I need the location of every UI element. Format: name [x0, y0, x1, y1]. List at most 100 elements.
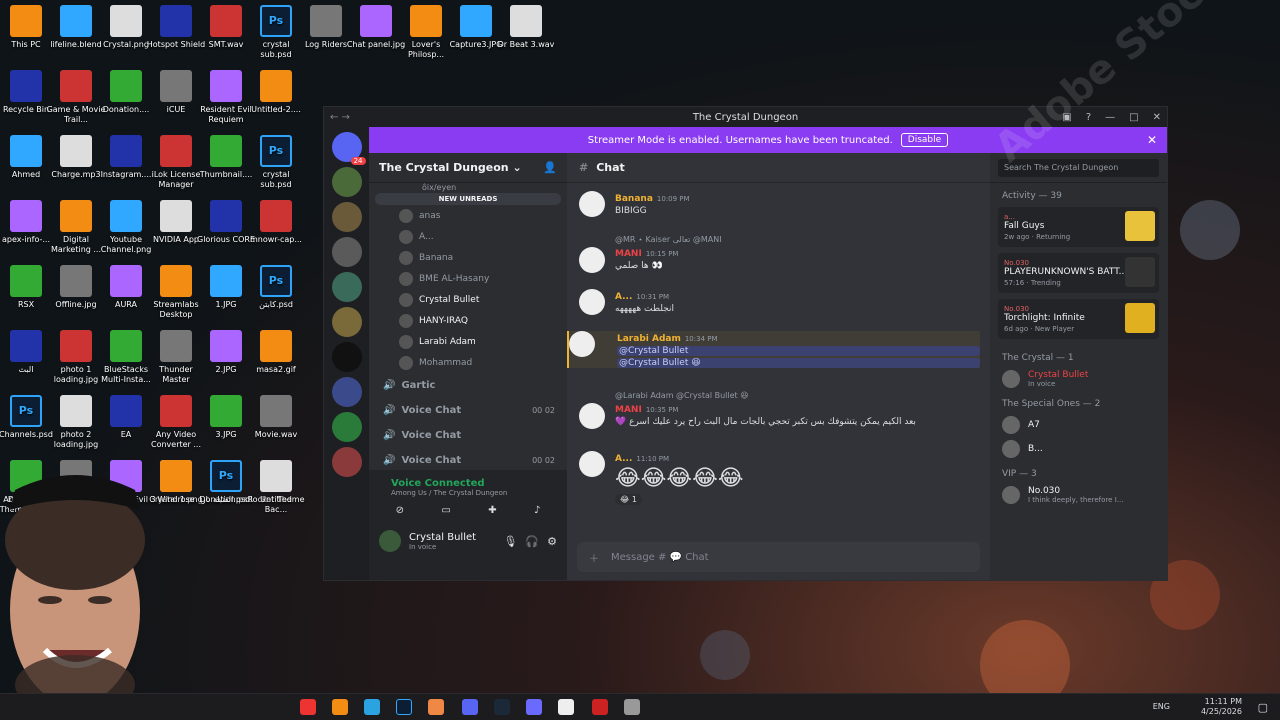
desktop-icon[interactable]: Ps crystal sub.psd — [246, 135, 306, 190]
server-icon[interactable] — [331, 237, 362, 267]
reply-preview[interactable]: @MR ⋆ Kaiser تعالى @MANI — [615, 235, 980, 244]
voice-member[interactable]: Mohammad — [369, 352, 567, 373]
user-avatar[interactable] — [379, 530, 401, 552]
soundboard-icon[interactable]: ♪ — [534, 505, 540, 516]
desktop-icon[interactable]: Ps كابتن.psd — [246, 265, 306, 310]
voice-member[interactable]: A... — [369, 226, 567, 247]
server-icon[interactable] — [331, 202, 362, 232]
message-avatar[interactable] — [569, 331, 595, 357]
language-indicator[interactable]: ENG — [1153, 702, 1170, 711]
member-row[interactable]: Crystal Bullet In voice — [990, 367, 1167, 391]
message-avatar[interactable] — [579, 451, 605, 477]
add-attachment-icon[interactable]: ＋ — [589, 550, 599, 565]
message-input[interactable]: ＋ Message # 💬 Chat — [577, 542, 980, 572]
screen-share-icon[interactable]: ▭ — [441, 505, 450, 516]
activity-card[interactable]: a... Fall Guys 2w ago · Returning — [998, 207, 1159, 247]
headset-icon[interactable]: 🎧 — [525, 535, 539, 548]
activity-card[interactable]: No.030 PLAYERUNKNOWN'S BATT... 57:16 · Tre… — [998, 253, 1159, 293]
steam-icon[interactable] — [494, 699, 510, 715]
server-icon[interactable] — [331, 307, 362, 337]
user-status: In voice — [409, 542, 437, 551]
new-unreads-pill[interactable]: NEW UNREADS — [375, 193, 561, 205]
server-icon[interactable] — [331, 412, 362, 442]
message-avatar[interactable] — [579, 247, 605, 273]
window-title: The Crystal Dungeon — [692, 111, 799, 123]
message-avatar[interactable] — [579, 403, 605, 429]
voice-member[interactable]: anas — [369, 205, 567, 226]
voice-connected-status[interactable]: Voice Connected — [391, 478, 555, 489]
desktop-icon[interactable]: Untitled-2.... — [246, 70, 306, 115]
message-timestamp: 10:34 PM — [684, 335, 718, 343]
discord-window: ← → The Crystal Dungeon ▣ ? — □ ✕ 24 Str… — [323, 106, 1168, 581]
file-icon — [110, 135, 142, 167]
message-timestamp: 11:10 PM — [636, 455, 670, 463]
message-author[interactable]: Banana — [615, 194, 653, 204]
chat-message[interactable]: Larabi Adam 10:34 PM @Crystal Bullet @Cryst… — [567, 331, 980, 368]
desktop-icon[interactable]: Dr Beat 3.wav — [496, 5, 556, 50]
desktop-icon[interactable]: Movie.wav — [246, 395, 306, 440]
close-banner-icon[interactable]: ✕ — [1147, 133, 1157, 147]
settings-icon[interactable]: ⚙ — [547, 535, 557, 548]
app-icon[interactable] — [526, 699, 542, 715]
maximize-icon[interactable]: □ — [1129, 112, 1138, 123]
server-icon[interactable] — [331, 272, 362, 302]
vlc-icon[interactable] — [332, 699, 348, 715]
voice-member[interactable]: HANY-IRAQ — [369, 310, 567, 331]
message-avatar[interactable] — [579, 191, 605, 217]
help-icon[interactable]: ? — [1086, 112, 1091, 123]
chrome-icon[interactable] — [300, 699, 316, 715]
close-icon[interactable]: ✕ — [1153, 112, 1161, 123]
voice-member[interactable]: Banana — [369, 247, 567, 268]
telegram-icon[interactable] — [364, 699, 380, 715]
app-icon[interactable] — [558, 699, 574, 715]
chat-message[interactable]: @MR ⋆ Kaiser تعالى @MANI MANI 10:15 PM ها ص… — [579, 235, 980, 273]
voice-member[interactable]: Crystal Bullet — [369, 289, 567, 310]
server-header[interactable]: The Crystal Dungeon ⌄ 👤 — [369, 153, 567, 183]
nav-arrows[interactable]: ← → — [330, 112, 350, 123]
server-icon[interactable] — [331, 447, 362, 477]
photoshop-icon[interactable] — [396, 699, 412, 715]
add-member-icon[interactable]: 👤 — [543, 161, 557, 174]
message-author[interactable]: Larabi Adam — [617, 334, 681, 344]
dm-home-button[interactable]: 24 — [331, 132, 366, 165]
camera-off-icon[interactable]: ⊘ — [396, 505, 404, 516]
chat-message[interactable]: A... 11:10 PM 😂😂😂😂😂 😂 1 — [579, 451, 980, 505]
server-icon[interactable] — [331, 167, 362, 197]
blender-icon[interactable] — [428, 699, 444, 715]
app-icon[interactable] — [592, 699, 608, 715]
member-row[interactable]: B... — [990, 437, 1167, 461]
server-icon[interactable] — [331, 342, 362, 372]
server-icon[interactable] — [331, 377, 362, 407]
voice-member[interactable]: BME AL-Hasany — [369, 268, 567, 289]
message-author[interactable]: A... — [615, 292, 632, 302]
reaction-chip[interactable]: 😂 1 — [615, 494, 642, 505]
voice-member[interactable]: Larabi Adam — [369, 331, 567, 352]
desktop-icon[interactable]: mnowr-cap... — [246, 200, 306, 245]
voice-channel[interactable]: 🔊 Voice Chat — [369, 423, 567, 448]
chat-message[interactable]: A... 10:31 PM انجلطت هههههه — [579, 289, 980, 315]
member-row[interactable]: No.030 I think deeply, therefore I... — [990, 483, 1167, 507]
message-author[interactable]: MANI — [615, 249, 642, 259]
activity-card[interactable]: No.030 Torchlight: Infinite 6d ago · New P… — [998, 299, 1159, 339]
voice-channel[interactable]: 🔊 Gartic — [369, 373, 567, 398]
server-list: 24 — [324, 127, 369, 580]
member-avatar — [399, 334, 413, 349]
voice-channel[interactable]: 🔊 Voice Chat 00 02 — [369, 398, 567, 423]
minimize-icon[interactable]: — — [1105, 112, 1115, 123]
discord-icon[interactable] — [462, 699, 478, 715]
disable-button[interactable]: Disable — [900, 133, 949, 147]
desktop-icon[interactable]: masa2.gif — [246, 330, 306, 375]
channel-sidebar: The Crystal Dungeon ⌄ 👤 ôix/eyen NEW UNR… — [369, 153, 567, 580]
message-author[interactable]: MANI — [615, 405, 642, 415]
activities-icon[interactable]: ✚ — [488, 505, 496, 516]
clock[interactable]: 11:11 PM 4/25/2026 — [1201, 697, 1242, 717]
chat-message[interactable]: Banana 10:09 PM BIBIGG — [579, 191, 980, 217]
chat-message[interactable]: @Larabi Adam @Crystal Bullet 😆 MANI 10:35 … — [579, 391, 980, 429]
notification-icon[interactable]: ▢ — [1258, 701, 1268, 714]
mic-icon[interactable]: 🎙 — [503, 535, 517, 548]
message-avatar[interactable] — [579, 289, 605, 315]
message-author[interactable]: A... — [615, 454, 632, 464]
app-icon[interactable] — [624, 699, 640, 715]
member-row[interactable]: A7 — [990, 413, 1167, 437]
reply-preview[interactable]: @Larabi Adam @Crystal Bullet 😆 — [615, 391, 980, 400]
